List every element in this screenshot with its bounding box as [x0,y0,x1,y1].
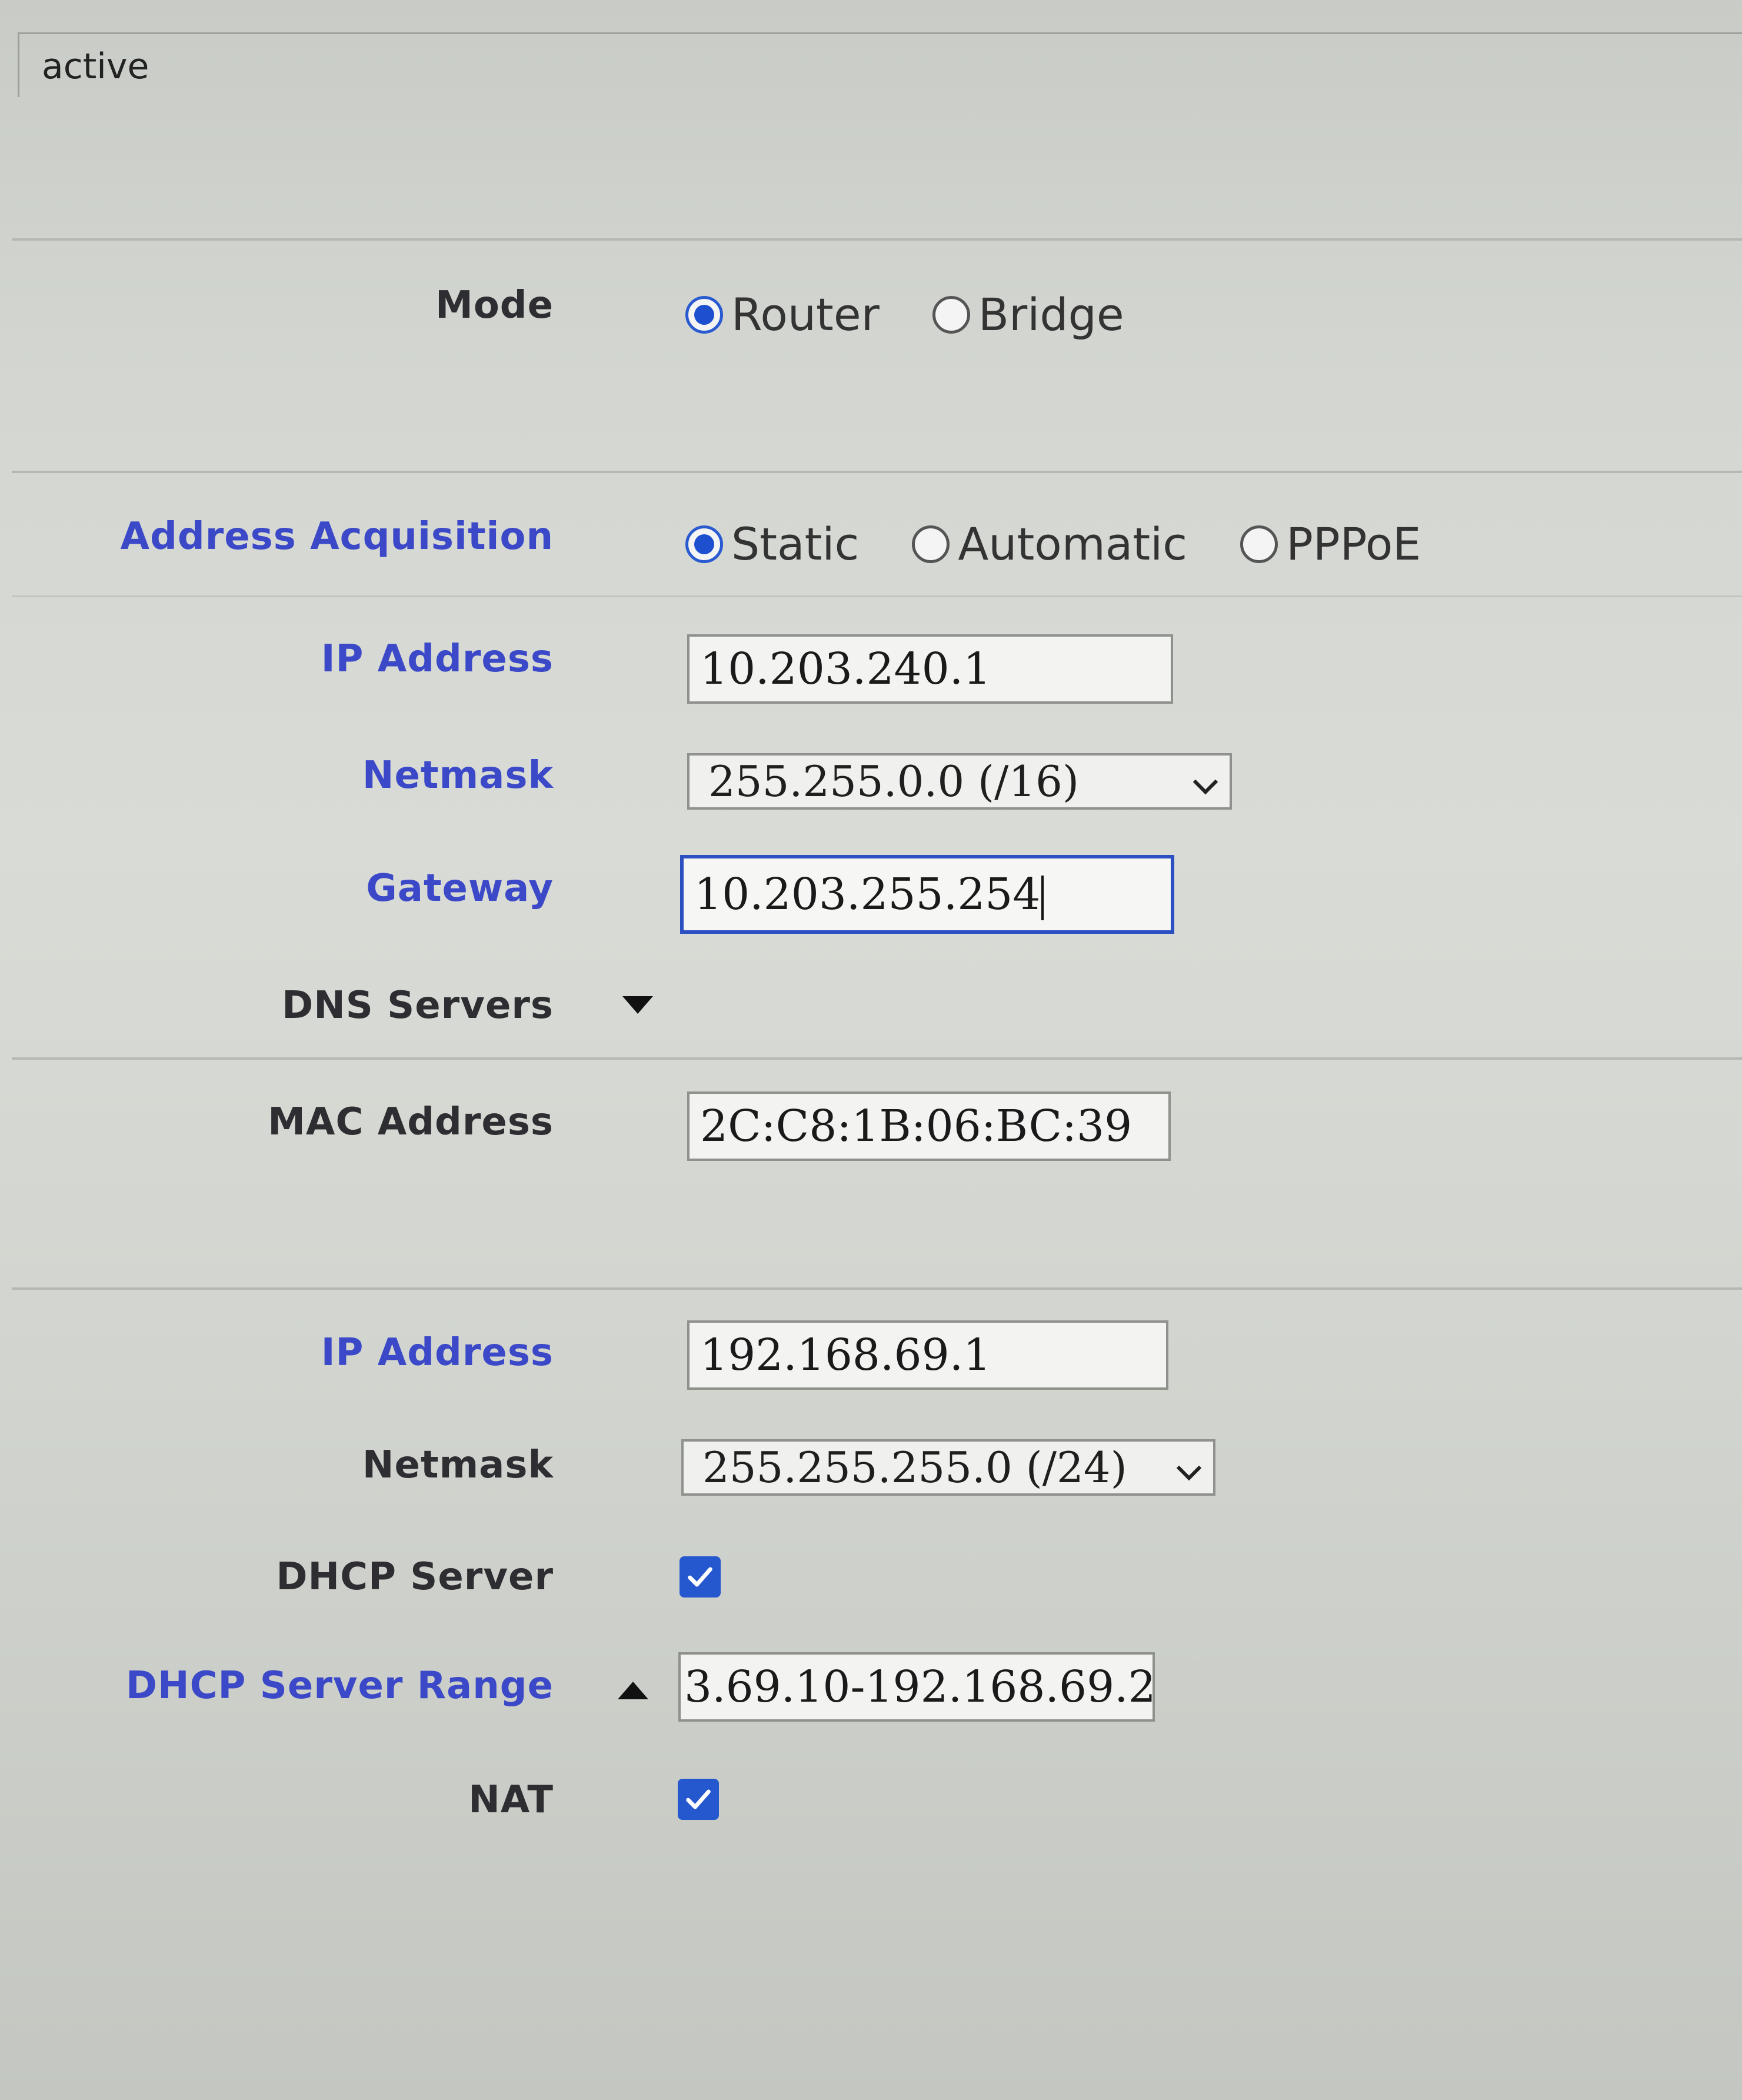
acquisition-pppoe-label: PPPoE [1286,518,1421,570]
lan-ip-address-label: IP Address [321,1331,554,1375]
wan-gateway-value: 10.203.255.254 [694,869,1041,920]
text-caret [1041,875,1044,920]
status-text: active [42,46,149,87]
wan-ip-address-label: IP Address [321,637,554,681]
acquisition-static-label: Static [731,518,860,570]
nat-label: NAT [468,1778,554,1822]
wan-netmask-value: 255.255.0.0 (/16) [708,757,1080,806]
radio-checked-icon[interactable] [685,525,723,563]
dhcp-server-range-input[interactable]: 3.69.10-192.168.69.254 [678,1652,1155,1722]
lan-ip-address-input[interactable]: 192.168.69.1 [687,1320,1168,1390]
radio-unchecked-icon[interactable] [1240,525,1278,563]
acquisition-automatic-option[interactable]: Automatic [912,518,1187,570]
mode-router-label: Router [731,288,880,341]
radio-unchecked-icon[interactable] [912,525,950,563]
dhcp-server-range-label: DHCP Server Range [125,1664,554,1708]
dns-servers-label: DNS Servers [282,984,554,1027]
checkmark-icon [688,1567,712,1587]
wan-ip-address-input[interactable]: 10.203.240.1 [687,634,1173,704]
acquisition-static-option[interactable]: Static [685,518,859,570]
wan-gateway-input[interactable]: 10.203.255.254 [680,855,1174,934]
divider [12,471,1742,473]
dhcp-server-label: DHCP Server [276,1555,554,1599]
mode-bridge-option[interactable]: Bridge [932,288,1124,341]
status-box: active [18,32,1742,97]
radio-unchecked-icon[interactable] [932,295,970,334]
mac-address-input[interactable]: 2C:C8:1B:06:BC:39 [687,1091,1171,1161]
address-acquisition-radio-group: Static Automatic PPPoE [685,518,1474,570]
mode-label: Mode [435,284,554,327]
dhcp-server-checkbox[interactable] [680,1556,721,1598]
address-acquisition-label: Address Acquisition [120,515,554,558]
lan-netmask-label: Netmask [362,1443,554,1487]
collapse-triangle-icon[interactable] [618,1682,648,1699]
acquisition-pppoe-option[interactable]: PPPoE [1240,518,1421,570]
radio-checked-icon[interactable] [685,295,723,334]
chevron-down-icon [1176,1455,1202,1481]
mode-radio-group: Router Bridge [685,288,1177,341]
acquisition-automatic-label: Automatic [958,518,1188,570]
mode-router-option[interactable]: Router [685,288,880,341]
divider [12,1287,1742,1290]
checkmark-icon [686,1789,711,1809]
mac-address-label: MAC Address [268,1100,554,1144]
wan-netmask-select[interactable]: 255.255.0.0 (/16) [687,753,1232,810]
nat-checkbox[interactable] [678,1779,719,1820]
lan-netmask-select[interactable]: 255.255.255.0 (/24) [681,1439,1215,1496]
divider [12,238,1742,241]
lan-netmask-value: 255.255.255.0 (/24) [702,1443,1127,1492]
wan-gateway-label: Gateway [366,867,554,910]
divider [12,595,1742,597]
divider [12,1057,1742,1060]
mode-bridge-label: Bridge [978,288,1124,341]
expand-triangle-icon[interactable] [622,996,653,1014]
chevron-down-icon [1193,769,1218,795]
wan-netmask-label: Netmask [362,754,554,797]
